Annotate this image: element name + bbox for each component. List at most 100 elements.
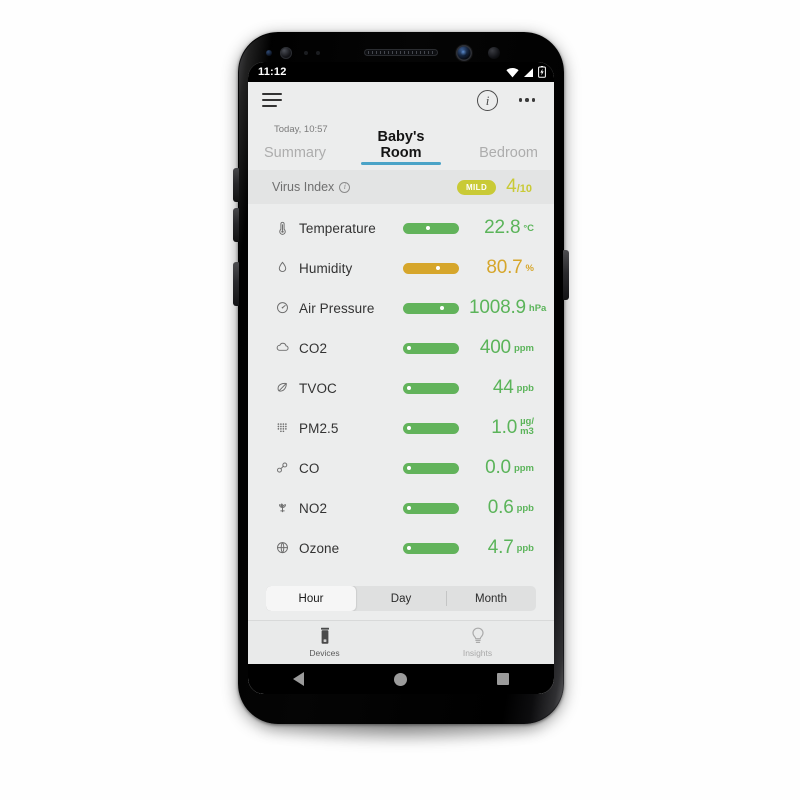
metric-row[interactable]: Humidity 80.7% [248, 248, 554, 288]
metric-gauge-wrap [403, 542, 469, 554]
signal-icon [524, 67, 533, 77]
metric-gauge-wrap [403, 302, 469, 314]
metric-icon-wrap [272, 220, 292, 236]
back-icon[interactable] [293, 672, 304, 686]
wifi-icon [506, 67, 519, 77]
metric-gauge-knob [407, 386, 412, 390]
metric-gauge-wrap [403, 462, 469, 474]
range-option-day[interactable]: Day [356, 586, 446, 611]
gauge-icon [276, 302, 288, 314]
metric-gauge-knob [407, 466, 412, 470]
metric-label: Temperature [299, 220, 376, 236]
metric-gauge-knob [407, 346, 412, 350]
metric-gauge-knob [439, 306, 444, 310]
home-icon[interactable] [394, 672, 407, 686]
metric-row[interactable]: NO2 0.6 ppb [248, 488, 554, 528]
range-selector-container: Hour Day Month [248, 584, 554, 620]
metric-gauge [403, 222, 459, 234]
metric-label: PM2.5 [299, 420, 339, 436]
metric-row[interactable]: Ozone 4.7 ppb [248, 528, 554, 568]
virus-index-row[interactable]: Virus Index i MILD 4/10 [248, 170, 554, 204]
metric-list: Temperature 22.8 °C Humidity 80.7% Air Pressu… [248, 204, 554, 584]
metric-label: Air Pressure [299, 300, 375, 316]
power-button[interactable] [563, 250, 569, 300]
more-options-icon[interactable] [514, 98, 540, 102]
metric-gauge-knob [407, 546, 412, 550]
metric-unit: ppb [516, 502, 534, 514]
range-option-month[interactable]: Month [446, 586, 536, 611]
metric-gauge [403, 342, 459, 354]
metric-label: CO2 [299, 340, 328, 356]
air-quality-app: i Today, 10:57 Summary Baby's Room Bedro… [248, 82, 554, 694]
metric-value: 4.7 [487, 537, 514, 558]
metric-gauge [403, 422, 459, 434]
metric-value-wrap: 80.7% [469, 257, 534, 279]
metric-label: NO2 [299, 500, 328, 516]
bottom-nav-insights[interactable]: Insights [401, 621, 554, 664]
metric-value-wrap: 400 ppm [469, 337, 534, 359]
metric-unit: °C [523, 222, 534, 234]
volume-down-button[interactable] [233, 208, 239, 242]
virus-index-info-icon[interactable]: i [339, 181, 351, 193]
metric-gauge-wrap [403, 382, 469, 394]
thermometer-icon [278, 221, 286, 235]
metric-gauge-wrap [403, 422, 469, 434]
volume-up-button[interactable] [233, 168, 239, 202]
metric-row[interactable]: Air Pressure 1008.9 hPa [248, 288, 554, 328]
metric-row[interactable]: CO2 400 ppm [248, 328, 554, 368]
recents-icon[interactable] [497, 673, 509, 685]
metric-icon-wrap [272, 460, 292, 476]
metric-value-wrap: 0.6 ppb [469, 497, 534, 519]
range-selector: Hour Day Month [266, 586, 536, 611]
metric-gauge [403, 302, 459, 314]
range-option-hour[interactable]: Hour [266, 586, 356, 611]
metric-value: 1008.9 [469, 297, 526, 318]
metric-unit: ppb [516, 382, 534, 394]
metric-value: 0.6 [487, 497, 514, 518]
metric-gauge [403, 262, 459, 274]
metric-value: 44 [492, 377, 514, 398]
metric-gauge-wrap [403, 342, 469, 354]
metric-gauge [403, 382, 459, 394]
metric-value-wrap: 1008.9 hPa [469, 297, 546, 319]
metric-unit: µg/m3 [520, 417, 534, 437]
metric-icon-wrap [272, 340, 292, 356]
metric-value: 1.0 [491, 417, 518, 438]
virus-index-scale: /10 [516, 183, 532, 195]
sprout-icon [278, 503, 286, 513]
hamburger-menu-icon[interactable] [262, 93, 282, 107]
metric-value: 0.0 [485, 457, 511, 478]
status-bar-icons [506, 66, 546, 78]
tab-bedroom[interactable]: Bedroom [447, 145, 538, 165]
phone-screen: 11:12 i Today, 10:57 Summary Baby's Room… [248, 62, 554, 694]
metric-unit: ppm [513, 342, 534, 354]
room-tabs: Summary Baby's Room Bedroom [248, 129, 554, 165]
bottom-nav-devices[interactable]: Devices [248, 621, 401, 664]
tab-babys-room[interactable]: Baby's Room [355, 129, 446, 165]
metric-gauge [403, 502, 459, 514]
molecule-icon [276, 462, 287, 473]
metric-label: CO [299, 460, 320, 476]
battery-icon [538, 66, 546, 78]
metric-icon-wrap [272, 540, 292, 556]
secondary-sensor-icon [488, 47, 500, 59]
metric-icon-wrap [272, 500, 292, 516]
metric-row[interactable]: Temperature 22.8 °C [248, 208, 554, 248]
metric-row[interactable]: TVOC 44 ppb [248, 368, 554, 408]
metric-icon-wrap [272, 380, 292, 396]
metric-row[interactable]: PM2.5 1.0 µg/m3 [248, 408, 554, 448]
globe-icon [276, 542, 288, 554]
metric-icon-wrap [272, 420, 292, 436]
bottom-navigation-bar: Devices Insights [248, 620, 554, 664]
tab-summary[interactable]: Summary [264, 145, 355, 165]
android-navigation-bar [248, 664, 554, 694]
iris-scanner-icon [280, 47, 292, 59]
info-icon[interactable]: i [477, 89, 498, 111]
assistant-button[interactable] [233, 262, 239, 306]
metric-gauge-knob [436, 266, 441, 270]
led-indicator-icon [316, 51, 320, 55]
metric-gauge-wrap [403, 262, 469, 274]
metric-unit: % [525, 262, 534, 274]
metric-row[interactable]: CO 0.0 ppm [248, 448, 554, 488]
bottom-nav-insights-label: Insights [462, 648, 493, 658]
